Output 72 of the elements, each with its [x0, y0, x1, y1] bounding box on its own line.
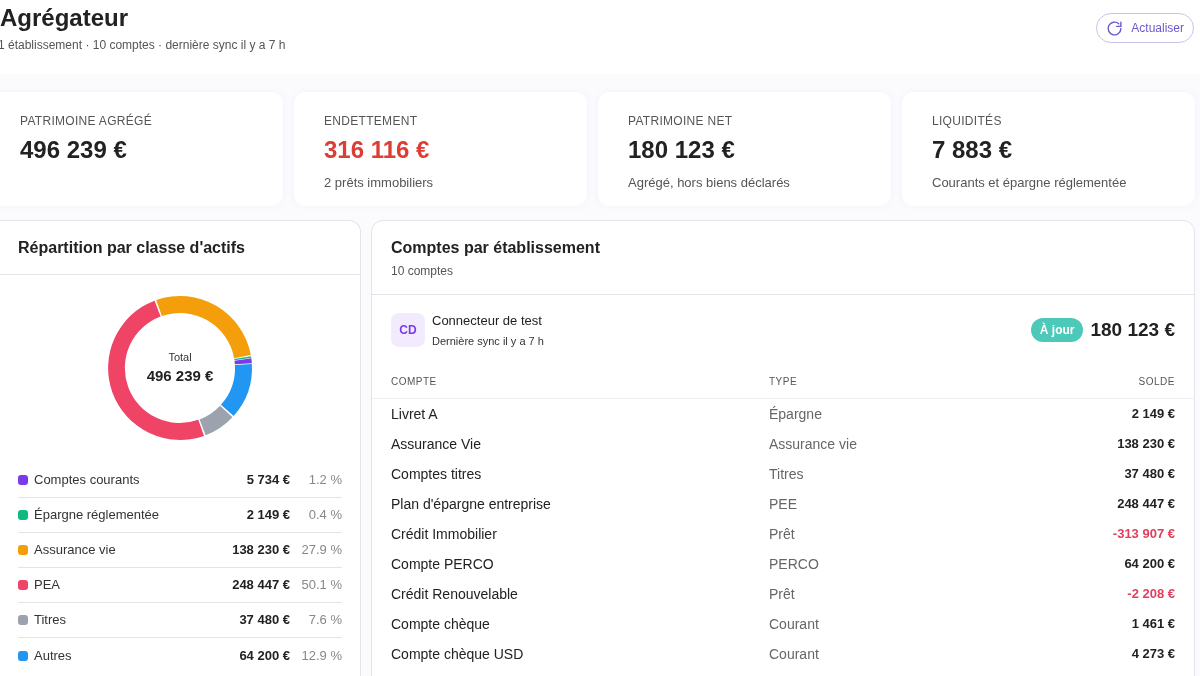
legend-label: Titres	[34, 611, 68, 630]
legend-label: PEA	[34, 576, 61, 595]
legend-share: 1.2 %	[307, 471, 342, 490]
donut-center-label: Total	[168, 349, 192, 365]
legend-amount: 2 149 €	[246, 506, 290, 525]
account-name: Compte PERCO	[391, 554, 495, 574]
kpi-value: 496 239 €	[20, 135, 128, 165]
refresh-icon	[1106, 19, 1124, 37]
legend-share: 50.1 %	[300, 576, 342, 595]
legend-amount: 37 480 €	[239, 611, 290, 630]
legend-share: 12.9 %	[300, 646, 342, 665]
account-balance: 64 200 €	[1124, 555, 1175, 574]
account-type: Assurance vie	[769, 434, 858, 454]
account-balance: 138 230 €	[1117, 435, 1175, 454]
legend-label: Comptes courants	[34, 471, 141, 490]
account-balance: 4 273 €	[1131, 645, 1175, 664]
legend-share: 27.9 %	[300, 541, 342, 560]
kpi-label: PATRIMOINE AGRÉGÉ	[20, 112, 153, 130]
kpi-note: Courants et épargne réglementée	[932, 174, 1128, 192]
account-type: Prêt	[769, 584, 796, 604]
panel-subtitle: 10 comptes	[391, 262, 455, 280]
kpi-value: 7 883 €	[932, 135, 1014, 165]
kpi-label: ENDETTEMENT	[324, 113, 419, 130]
kpi-note: 2 prêts immobiliers	[324, 174, 435, 192]
legend-label: Autres	[34, 646, 73, 665]
account-name: Crédit Immobilier	[391, 524, 498, 544]
account-name: Compte chèque USD	[391, 644, 525, 664]
account-name: Compte chèque	[391, 614, 491, 634]
legend-share: 7.6 %	[307, 611, 342, 630]
legend-amount: 138 230 €	[232, 541, 290, 560]
column-header: SOLDE	[1138, 375, 1175, 389]
account-type: PEE	[769, 494, 798, 514]
column-header: TYPE	[769, 375, 799, 389]
kpi-label: LIQUIDITÉS	[932, 112, 1003, 130]
account-balance: 37 480 €	[1124, 465, 1175, 484]
panel-title: Répartition par classe d'actifs	[18, 237, 245, 258]
account-balance: -313 907 €	[1112, 525, 1175, 544]
account-name: Plan d'épargne entreprise	[391, 494, 552, 514]
legend-amount: 64 200 €	[239, 646, 290, 665]
status-badge: À jour	[1030, 318, 1084, 342]
institution-sync: Dernière sync il y a 7 h	[432, 334, 544, 349]
legend-label: Épargne réglementée	[34, 506, 161, 525]
account-type: Prêt	[769, 524, 796, 544]
kpi-value: 316 116 €	[324, 135, 431, 165]
legend-share: 0.4 %	[307, 506, 342, 525]
kpi-note: Agrégé, hors biens déclarés	[628, 174, 791, 192]
account-type: Courant	[769, 614, 820, 634]
account-type: Épargne	[769, 404, 823, 424]
legend-label: Assurance vie	[34, 541, 117, 560]
account-type: PERCO	[769, 554, 820, 574]
account-balance: 2 149 €	[1131, 405, 1175, 424]
kpi-value: 180 123 €	[628, 135, 736, 165]
institution-total: 180 123 €	[1090, 317, 1175, 342]
account-name: Assurance Vie	[391, 434, 482, 454]
legend-amount: 5 734 €	[246, 471, 290, 490]
account-balance: 1 461 €	[1131, 615, 1175, 634]
donut-center-value: 496 239 €	[146, 366, 214, 386]
account-type: Titres	[769, 464, 805, 484]
panel-title: Comptes par établissement	[391, 237, 601, 258]
kpi-label: PATRIMOINE NET	[628, 113, 734, 130]
institution-name: Connecteur de test	[432, 311, 543, 330]
institution-avatar: CD	[391, 313, 425, 347]
refresh-button[interactable]: Actualiser	[1096, 13, 1194, 43]
page-title: Agrégateur	[0, 3, 130, 33]
account-name: Livret A	[391, 404, 439, 424]
column-header: COMPTE	[391, 375, 438, 389]
account-name: Crédit Renouvelable	[391, 584, 519, 604]
account-balance: 248 447 €	[1117, 495, 1175, 514]
account-type: Courant	[769, 644, 820, 664]
account-name: Comptes titres	[391, 464, 483, 484]
legend-amount: 248 447 €	[232, 576, 290, 595]
account-balance: -2 208 €	[1127, 585, 1175, 604]
